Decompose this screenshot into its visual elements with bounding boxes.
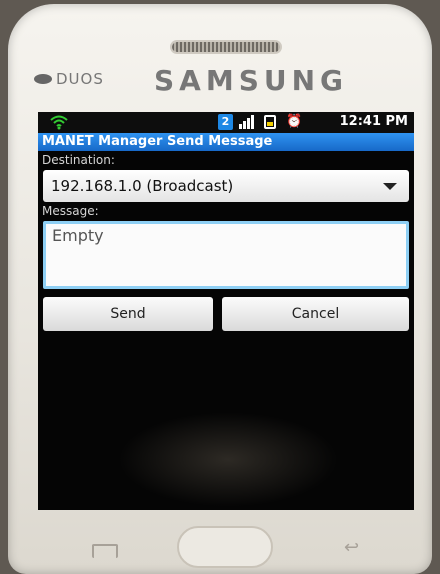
destination-label: Destination: [42, 153, 115, 167]
message-input-text: Empty [52, 226, 104, 245]
send-button[interactable]: Send [43, 297, 213, 331]
home-button[interactable] [177, 526, 273, 568]
button-row: Send Cancel [43, 297, 409, 331]
dropdown-arrow-icon [383, 183, 397, 190]
destination-value: 192.168.1.0 (Broadcast) [51, 177, 234, 195]
phone-screen: 2 ⏰ 12:41 PM MANET Manager Send Message … [38, 112, 414, 510]
destination-spinner[interactable]: 192.168.1.0 (Broadcast) [43, 170, 409, 202]
sim-indicator-badge: 2 [218, 114, 233, 130]
earpiece-speaker [172, 42, 280, 52]
duos-logo-icon [34, 74, 52, 84]
cancel-button[interactable]: Cancel [222, 297, 409, 331]
status-bar: 2 ⏰ 12:41 PM [38, 112, 414, 133]
signal-icon [239, 115, 254, 129]
status-clock: 12:41 PM [339, 114, 408, 129]
duos-badge: DUOS [34, 70, 104, 88]
alarm-icon: ⏰ [286, 114, 303, 129]
screen-glare [118, 412, 338, 507]
message-input[interactable]: Empty [43, 221, 409, 289]
duos-label: DUOS [56, 70, 104, 88]
menu-key-icon[interactable] [92, 544, 118, 558]
back-key-icon[interactable]: ↩ [344, 537, 359, 558]
brand-logo: SAMSUNG [154, 64, 349, 97]
battery-icon [264, 115, 276, 129]
wifi-icon [50, 115, 68, 130]
message-label: Message: [42, 204, 99, 218]
app-title-bar: MANET Manager Send Message [38, 133, 414, 151]
